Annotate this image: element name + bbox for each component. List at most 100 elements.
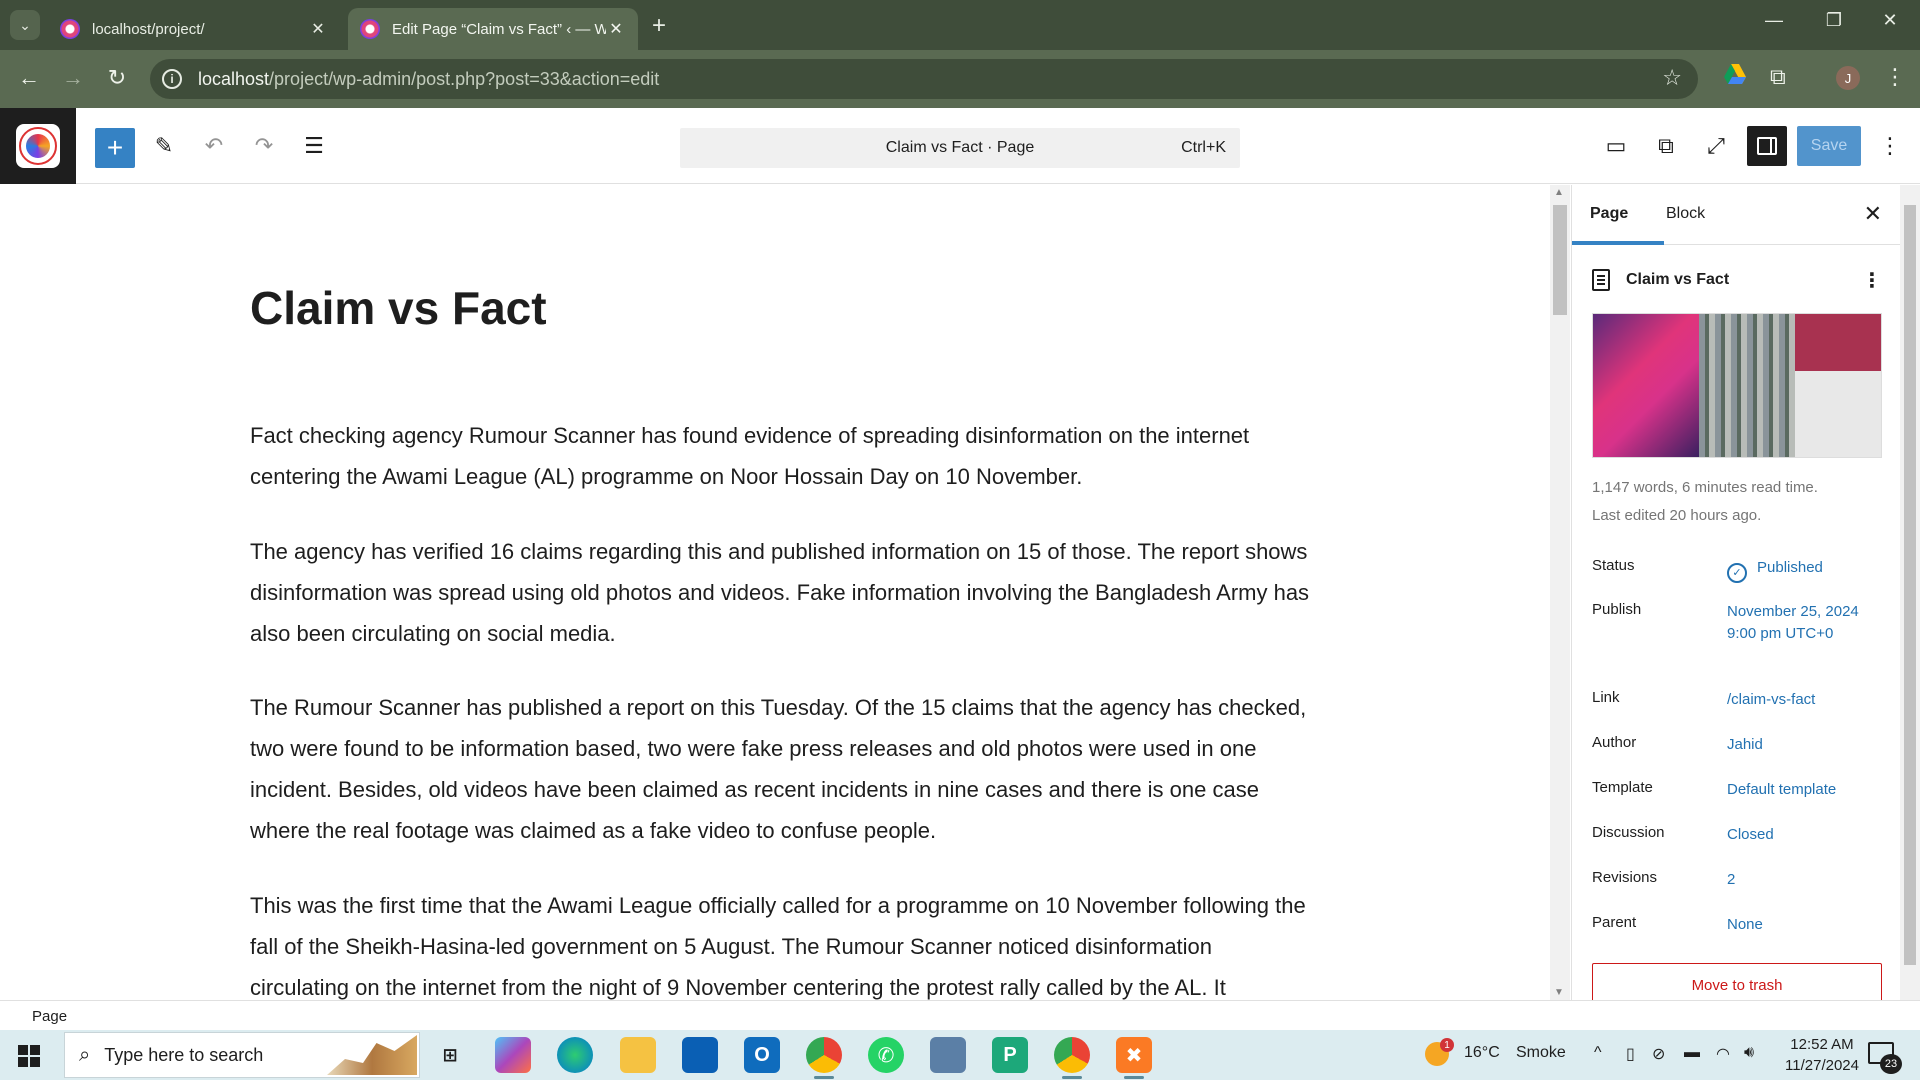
battery-icon[interactable]: ▬ xyxy=(1684,1044,1700,1062)
publish-date-value[interactable]: November 25, 2024 9:00 pm UTC+0 xyxy=(1727,601,1877,645)
discussion-value[interactable]: Closed xyxy=(1727,824,1877,846)
paragraph-block[interactable]: The Rumour Scanner has published a repor… xyxy=(250,687,1310,851)
microsoft-store-icon[interactable] xyxy=(682,1037,718,1073)
revisions-value[interactable]: 2 xyxy=(1727,869,1877,891)
template-value[interactable]: Default template xyxy=(1727,779,1877,801)
xampp-icon[interactable]: ✖ xyxy=(1116,1037,1152,1079)
chrome-icon[interactable] xyxy=(806,1037,842,1079)
tab-block[interactable]: Block xyxy=(1666,205,1705,223)
browser-tab-localhost[interactable]: localhost/project/ ✕ xyxy=(48,8,340,50)
canvas-scrollbar[interactable]: ▲ ▼ xyxy=(1550,185,1570,1000)
chrome-profile-icon[interactable] xyxy=(1054,1037,1090,1079)
whatsapp-icon[interactable]: ✆ xyxy=(868,1037,904,1073)
tab-page[interactable]: Page xyxy=(1590,205,1628,223)
window-close-icon[interactable]: ✕ xyxy=(1870,10,1910,31)
extensions-puzzle-icon[interactable]: ⧉ xyxy=(1770,64,1786,90)
edge-browser-icon[interactable] xyxy=(557,1037,593,1073)
url-input[interactable]: i localhost/project/wp-admin/post.php?po… xyxy=(150,59,1698,99)
windows-start-icon[interactable] xyxy=(18,1045,40,1067)
move-to-trash-button[interactable]: Move to trash xyxy=(1592,963,1882,1000)
file-explorer-icon[interactable] xyxy=(620,1037,656,1073)
link-value[interactable]: /claim-vs-fact xyxy=(1727,689,1877,711)
copilot-icon[interactable] xyxy=(495,1037,531,1073)
volume-icon[interactable]: 🔊︎ xyxy=(1744,1044,1754,1062)
close-icon[interactable]: ✕ xyxy=(308,19,328,39)
featured-image-panel xyxy=(1794,314,1881,457)
device-preview-icon[interactable]: ▭ xyxy=(1600,130,1632,162)
published-check-icon: ✓ xyxy=(1727,563,1747,583)
windows-taskbar: ⌕ Type here to search ⊞ O ✆ P ✖ 1 16°C S… xyxy=(0,1030,1920,1080)
google-drive-icon[interactable] xyxy=(1724,64,1746,90)
command-palette-button[interactable]: Claim vs Fact · Page Ctrl+K xyxy=(680,128,1240,168)
author-value[interactable]: Jahid xyxy=(1727,734,1877,756)
scroll-down-icon[interactable]: ▼ xyxy=(1554,987,1564,998)
weather-alert-badge: 1 xyxy=(1440,1038,1454,1052)
status-value[interactable]: ✓ Published xyxy=(1727,557,1877,583)
parent-label: Parent xyxy=(1592,914,1637,931)
author-label: Author xyxy=(1592,734,1637,751)
browser-tab-edit-page[interactable]: Edit Page “Claim vs Fact” ‹ — W ✕ xyxy=(348,8,638,50)
system-clock[interactable]: 12:52 AM 11/27/2024 xyxy=(1772,1034,1872,1076)
document-overview-icon[interactable]: ☰ xyxy=(298,130,330,162)
restore-icon[interactable]: ❐ xyxy=(1814,10,1854,31)
reload-icon[interactable]: ↻ xyxy=(102,65,132,91)
site-logo-icon xyxy=(16,124,60,168)
active-tab-indicator xyxy=(1572,241,1664,245)
site-logo-button[interactable] xyxy=(0,108,76,184)
add-block-button[interactable]: + xyxy=(95,128,135,168)
fullscreen-icon[interactable]: ⤢ xyxy=(1700,130,1732,162)
new-tab-plus-icon[interactable]: + xyxy=(652,12,666,40)
site-info-icon[interactable]: i xyxy=(162,69,182,89)
editor-canvas: Claim vs Fact Fact checking agency Rumou… xyxy=(0,185,1550,1000)
bookmark-star-icon[interactable]: ☆ xyxy=(1662,65,1682,91)
link-label: Link xyxy=(1592,689,1620,706)
post-title[interactable]: Claim vs Fact xyxy=(250,281,547,335)
sidebar-tabs: Page Block ✕ xyxy=(1572,185,1900,245)
edit-pencil-icon[interactable]: ✎ xyxy=(148,130,180,162)
taskbar-search-input[interactable]: ⌕ Type here to search xyxy=(64,1032,420,1078)
paragraph-block[interactable]: Fact checking agency Rumour Scanner has … xyxy=(250,415,1310,497)
app-p-icon[interactable]: P xyxy=(992,1037,1028,1073)
outlook-icon[interactable]: O xyxy=(744,1037,780,1073)
redo-icon[interactable]: ↷ xyxy=(248,130,280,162)
view-page-external-icon[interactable]: ⧉ xyxy=(1650,130,1682,162)
profile-avatar[interactable]: J xyxy=(1836,66,1860,90)
save-button[interactable]: Save xyxy=(1797,126,1861,166)
block-breadcrumb-bar: Page xyxy=(0,1000,1920,1030)
parent-value[interactable]: None xyxy=(1727,914,1877,936)
app-icon[interactable] xyxy=(930,1037,966,1073)
tab-title: Edit Page “Claim vs Fact” ‹ — W xyxy=(392,20,606,38)
wifi-icon[interactable]: ◠ xyxy=(1716,1044,1730,1064)
command-bar-shortcut: Ctrl+K xyxy=(1181,139,1226,156)
template-label: Template xyxy=(1592,779,1653,796)
show-hidden-icons-chevron-icon[interactable]: ^ xyxy=(1594,1044,1602,1062)
breadcrumb-item-page[interactable]: Page xyxy=(32,1008,67,1025)
options-menu-icon[interactable]: ⋮ xyxy=(1874,130,1906,162)
back-arrow-icon[interactable]: ← xyxy=(14,65,44,91)
settings-sidebar-toggle[interactable] xyxy=(1747,126,1787,166)
browser-menu-icon[interactable]: ⋮ xyxy=(1884,64,1906,90)
forward-arrow-icon[interactable]: → xyxy=(58,65,88,91)
undo-icon[interactable]: ↶ xyxy=(198,130,230,162)
tab-search-chevron-icon[interactable]: ⌄ xyxy=(10,10,40,40)
document-actions-menu-icon[interactable]: ⋮ xyxy=(1862,268,1882,293)
close-icon[interactable]: ✕ xyxy=(1864,201,1882,227)
close-icon[interactable]: ✕ xyxy=(606,19,626,39)
weather-temperature[interactable]: 16°C xyxy=(1464,1044,1500,1062)
paragraph-block[interactable]: This was the first time that the Awami L… xyxy=(250,885,1310,1000)
minimize-icon[interactable]: — xyxy=(1754,10,1794,31)
scrollbar-thumb[interactable] xyxy=(1904,205,1916,965)
featured-image[interactable] xyxy=(1592,313,1882,458)
scrollbar-thumb[interactable] xyxy=(1553,205,1567,315)
battery-meter-icon[interactable]: ▯ xyxy=(1626,1044,1635,1064)
editor-header: + ✎ ↶ ↷ ☰ Claim vs Fact · Page Ctrl+K ▭ … xyxy=(0,108,1920,184)
task-view-icon[interactable]: ⊞ xyxy=(432,1037,468,1073)
publish-label: Publish xyxy=(1592,601,1642,618)
sidebar-scrollbar[interactable] xyxy=(1900,185,1920,1000)
scroll-up-icon[interactable]: ▲ xyxy=(1554,187,1564,198)
status-label: Status xyxy=(1592,557,1635,574)
weather-description[interactable]: Smoke xyxy=(1516,1044,1566,1062)
search-highlight-image xyxy=(327,1035,417,1075)
paragraph-block[interactable]: The agency has verified 16 claims regard… xyxy=(250,531,1310,654)
network-blocked-icon[interactable]: ⊘ xyxy=(1652,1044,1665,1064)
